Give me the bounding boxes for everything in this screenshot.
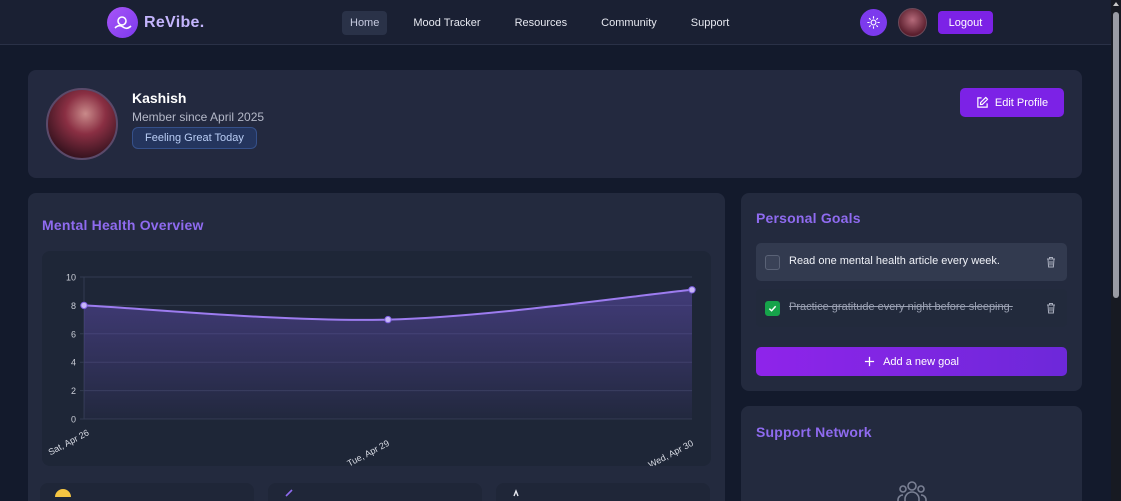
edit-profile-button[interactable]: Edit Profile: [960, 88, 1064, 117]
data-point: [688, 286, 696, 294]
nav-link-resources[interactable]: Resources: [507, 11, 576, 35]
page-scrollbar[interactable]: [1111, 0, 1121, 501]
goal-item: Read one mental health article every wee…: [756, 243, 1067, 281]
profile-card: Kashish Member since April 2025 Feeling …: [28, 70, 1082, 178]
stat-card-streak[interactable]: [496, 483, 710, 501]
trend-icon: [285, 489, 293, 497]
edit-profile-label: Edit Profile: [994, 96, 1049, 109]
y-tick-label: 6: [71, 329, 76, 339]
x-tick-label: Sat, Apr 26: [47, 427, 91, 457]
edit-icon: [977, 96, 989, 108]
theme-toggle-button[interactable]: [860, 9, 887, 36]
mood-chart-svg: 0 2 4 6 8 10 Sat, Apr 26 Tue, Apr 29 Wed, Apr 30: [47, 273, 696, 466]
nav-links: Home Mood Tracker Resources Community Su…: [342, 11, 755, 35]
goal-text: Practice gratitude every night before sl…: [789, 301, 1013, 313]
add-goal-button[interactable]: Add a new goal: [756, 347, 1067, 376]
logout-button[interactable]: Logout: [938, 11, 993, 34]
y-tick-label: 8: [71, 301, 76, 311]
data-point: [80, 301, 88, 310]
brand-logo[interactable]: ReVibe.: [107, 7, 205, 38]
mental-health-overview: Mental Health Overview 0 2 4 6 8 10 Sat, Apr 2…: [28, 193, 725, 501]
scroll-up-arrow-icon[interactable]: [1113, 2, 1119, 6]
x-tick-label: Wed, Apr 30: [647, 438, 695, 466]
y-tick-label: 10: [66, 273, 76, 283]
support-network: Support Network: [741, 406, 1082, 501]
stat-card-mood[interactable]: [40, 483, 254, 501]
trash-icon[interactable]: [1046, 302, 1056, 314]
member-since: Member since April 2025: [132, 110, 265, 124]
profile-avatar: [46, 88, 118, 160]
goal-checkbox[interactable]: [765, 255, 780, 270]
nav-link-home[interactable]: Home: [342, 11, 388, 35]
profile-name: Kashish: [132, 90, 187, 106]
user-avatar[interactable]: [898, 8, 927, 37]
trash-icon[interactable]: [1046, 256, 1056, 268]
brand-mark-icon: [107, 7, 138, 38]
mood-badge-label: Feeling Great Today: [145, 132, 244, 144]
goal-checkbox-checked[interactable]: [765, 301, 780, 316]
scroll-thumb[interactable]: [1113, 12, 1119, 298]
nav-link-community[interactable]: Community: [593, 11, 665, 35]
add-goal-label: Add a new goal: [883, 355, 959, 368]
y-tick-label: 0: [71, 415, 76, 425]
nav-link-support[interactable]: Support: [683, 11, 738, 35]
activity-icon: [513, 489, 519, 497]
x-tick-label: Tue, Apr 29: [345, 438, 390, 466]
brand-name: ReVibe.: [144, 13, 205, 31]
sun-icon: [867, 16, 880, 29]
mood-badge: Feeling Great Today: [132, 127, 257, 149]
overview-title: Mental Health Overview: [42, 217, 204, 233]
y-tick-label: 2: [71, 386, 76, 396]
nav-link-mood-tracker[interactable]: Mood Tracker: [405, 11, 488, 35]
stat-card-trend[interactable]: [268, 483, 482, 501]
y-tick-label: 4: [71, 358, 76, 368]
goals-title: Personal Goals: [756, 210, 861, 226]
support-title: Support Network: [756, 424, 872, 440]
users-icon: [897, 481, 927, 501]
series-area: [84, 289, 692, 419]
navbar: ReVibe. Home Mood Tracker Resources Comm…: [0, 0, 1111, 45]
mood-chart: 0 2 4 6 8 10 Sat, Apr 26 Tue, Apr 29 Wed, Apr 30: [42, 251, 711, 466]
smile-icon: [55, 489, 71, 497]
goal-text: Read one mental health article every wee…: [789, 255, 1000, 267]
plus-icon: [864, 356, 875, 367]
check-icon: [768, 305, 777, 312]
personal-goals: Personal Goals Read one mental health ar…: [741, 193, 1082, 391]
data-point: [384, 315, 392, 324]
goal-item: Practice gratitude every night before sl…: [756, 289, 1067, 327]
